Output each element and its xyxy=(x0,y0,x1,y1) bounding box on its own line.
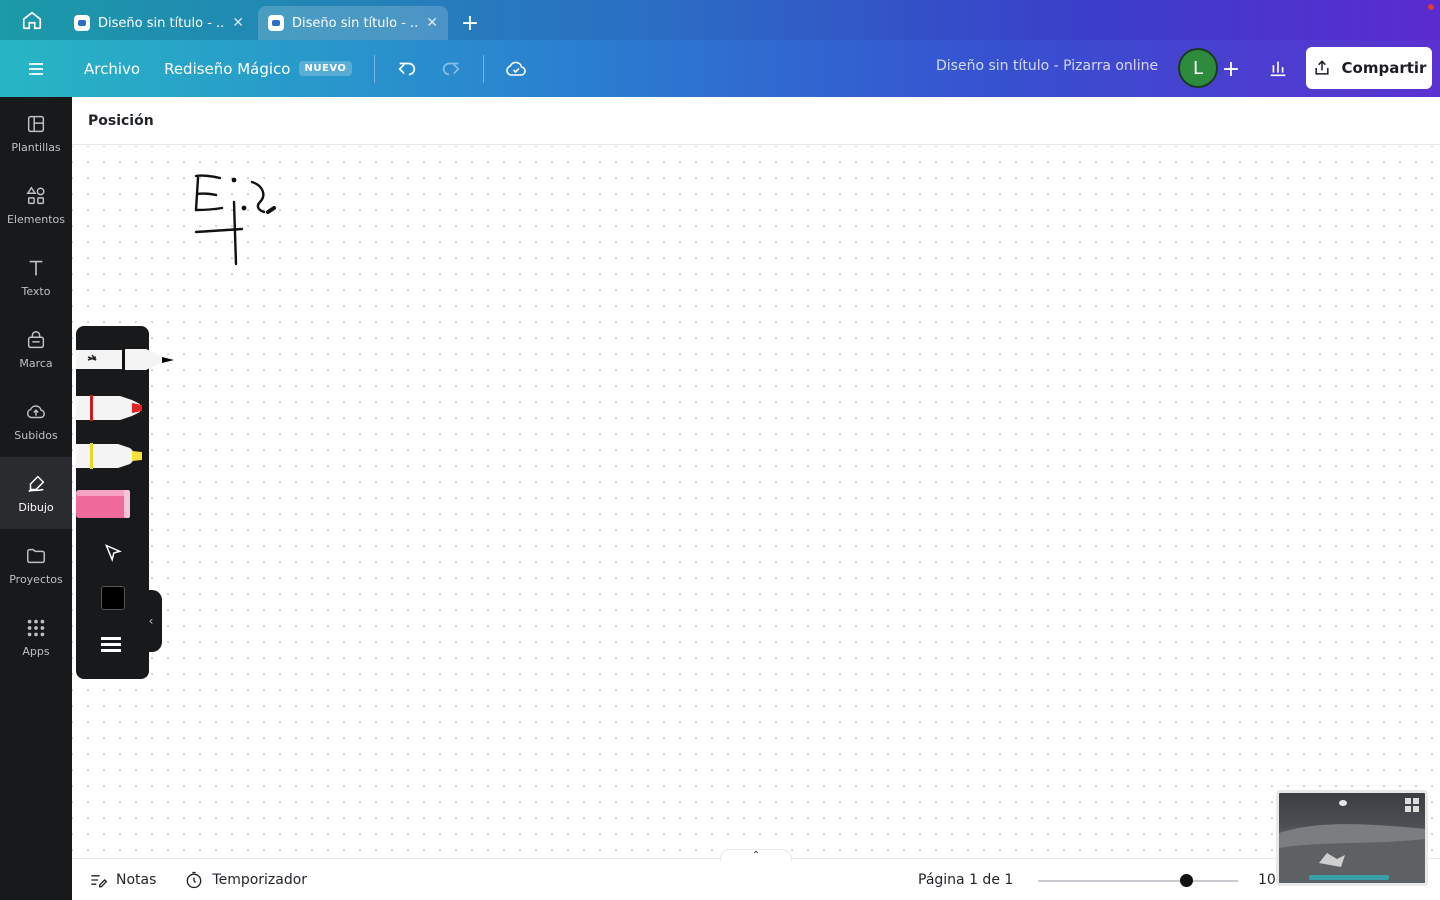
hamburger-icon xyxy=(29,62,43,75)
drawing-toolbar xyxy=(76,326,174,679)
camera-preview[interactable] xyxy=(1276,790,1428,886)
notes-button[interactable]: Notas xyxy=(76,870,168,890)
magic-redesign-label: Rediseño Mágico xyxy=(164,59,291,78)
page-count[interactable]: Página 1 de 1 xyxy=(918,872,1013,888)
insights-button[interactable] xyxy=(1258,48,1298,88)
sidebar-item-label: Dibujo xyxy=(18,500,54,514)
timer-button[interactable]: Temporizador xyxy=(172,870,319,890)
position-button[interactable]: Posición xyxy=(88,113,154,129)
timer-label: Temporizador xyxy=(212,871,308,888)
close-icon[interactable]: ✕ xyxy=(426,15,438,31)
share-label: Compartir xyxy=(1341,59,1427,77)
sidebar-item-label: Proyectos xyxy=(9,572,63,586)
expand-pages-button[interactable]: ⌃ xyxy=(720,849,792,861)
sidebar-item-plantillas[interactable]: Plantillas xyxy=(0,97,72,169)
folder-icon xyxy=(27,548,45,563)
eraser-tool[interactable] xyxy=(76,484,176,524)
bar-chart-icon xyxy=(1270,61,1286,77)
sidebar-item-marca[interactable]: Marca xyxy=(0,313,72,385)
sidebar-item-label: Subidos xyxy=(14,428,58,442)
home-icon xyxy=(22,11,42,30)
properties-bar: Posición xyxy=(72,97,1440,145)
whiteboard-canvas[interactable] xyxy=(72,146,1440,858)
canva-favicon-icon xyxy=(268,15,284,31)
canva-favicon-icon xyxy=(74,15,90,31)
notes-icon xyxy=(91,874,108,887)
chevron-up-icon: ⌃ xyxy=(751,850,761,861)
highlighter-tool[interactable] xyxy=(76,436,176,476)
new-tab-button[interactable]: + xyxy=(452,6,488,40)
document-title[interactable]: Diseño sin título - Pizarra online xyxy=(936,58,1158,74)
stroke-weight-button[interactable] xyxy=(101,632,125,656)
cloud-save-status[interactable] xyxy=(494,49,538,89)
cursor-arrow-icon xyxy=(104,544,122,563)
browser-tab-2[interactable]: Diseño sin título - ... ✕ xyxy=(258,6,448,40)
left-sidebar: Plantillas Elementos Texto Marca Subidos… xyxy=(0,97,72,900)
home-button[interactable] xyxy=(0,0,64,40)
text-icon xyxy=(29,260,43,275)
browser-tab-1[interactable]: Diseño sin título - ... ✕ xyxy=(64,6,254,40)
invite-button[interactable]: + xyxy=(1216,54,1246,84)
share-upload-icon xyxy=(1314,60,1329,75)
user-avatar[interactable]: L xyxy=(1178,48,1218,88)
marker-tool[interactable] xyxy=(76,388,176,428)
zoom-slider-handle[interactable] xyxy=(1180,874,1193,887)
undo-icon xyxy=(398,62,416,75)
sidebar-item-texto[interactable]: Texto xyxy=(0,241,72,313)
sidebar-item-label: Plantillas xyxy=(11,140,61,154)
video-frame-illustration xyxy=(1279,798,1425,883)
redo-button[interactable] xyxy=(429,49,473,89)
header-divider xyxy=(374,54,376,83)
new-badge: NUEVO xyxy=(298,61,353,76)
apps-icon xyxy=(27,619,45,636)
sidebar-item-label: Texto xyxy=(21,284,51,298)
editor-header: Archivo Rediseño Mágico NUEVO Diseño sin… xyxy=(0,40,1440,97)
sidebar-item-elementos[interactable]: Elementos xyxy=(0,169,72,241)
recording-indicator-icon xyxy=(1428,4,1434,10)
zoom-level[interactable]: 10 xyxy=(1258,872,1276,888)
archivo-menu[interactable]: Archivo xyxy=(72,40,152,97)
sidebar-item-subidos[interactable]: Subidos xyxy=(0,385,72,457)
sidebar-item-label: Marca xyxy=(19,356,53,370)
close-icon[interactable]: ✕ xyxy=(232,15,244,31)
sidebar-item-dibujo[interactable]: Dibujo xyxy=(0,457,72,529)
header-divider xyxy=(483,54,485,83)
sidebar-item-label: Apps xyxy=(22,644,50,658)
plus-icon: + xyxy=(460,10,480,36)
upload-icon xyxy=(26,404,45,418)
brand-icon xyxy=(27,330,45,348)
draw-icon xyxy=(28,475,45,492)
archivo-label: Archivo xyxy=(84,59,141,78)
weight-line xyxy=(101,636,121,640)
elements-icon xyxy=(26,185,45,204)
freehand-drawing[interactable] xyxy=(182,166,402,306)
notes-label: Notas xyxy=(116,871,157,888)
redo-icon xyxy=(443,62,460,75)
timer-icon xyxy=(187,871,202,888)
sidebar-item-label: Elementos xyxy=(6,212,65,226)
templates-icon xyxy=(27,115,45,132)
avatar-letter: L xyxy=(1192,57,1204,79)
stroke-color-swatch[interactable] xyxy=(101,586,125,610)
browser-tab-strip: Diseño sin título - ... ✕ Diseño sin tít… xyxy=(0,0,1440,40)
select-tool[interactable] xyxy=(98,538,128,568)
magic-redesign-button[interactable]: Rediseño Mágico NUEVO xyxy=(152,40,364,97)
weight-line xyxy=(101,642,121,646)
weight-line xyxy=(101,648,121,652)
tab-label: Diseño sin título - ... xyxy=(98,15,225,31)
plus-icon: + xyxy=(1221,56,1241,82)
pen-tool[interactable] xyxy=(76,340,176,380)
share-button[interactable]: Compartir xyxy=(1306,47,1432,89)
zoom-slider-track[interactable] xyxy=(1038,880,1238,882)
main-menu-button[interactable] xyxy=(0,40,72,97)
sidebar-item-proyectos[interactable]: Proyectos xyxy=(0,529,72,601)
cloud-check-icon xyxy=(506,61,527,76)
editor-footer: ⌃ Notas Temporizador Página 1 de 1 10 xyxy=(72,849,1440,900)
undo-button[interactable] xyxy=(385,49,429,89)
collapse-toolbar-button[interactable]: ‹ xyxy=(140,590,162,652)
chevron-left-icon: ‹ xyxy=(148,614,154,628)
sidebar-item-apps[interactable]: Apps xyxy=(0,601,72,673)
tab-label: Diseño sin título - ... xyxy=(292,15,419,31)
